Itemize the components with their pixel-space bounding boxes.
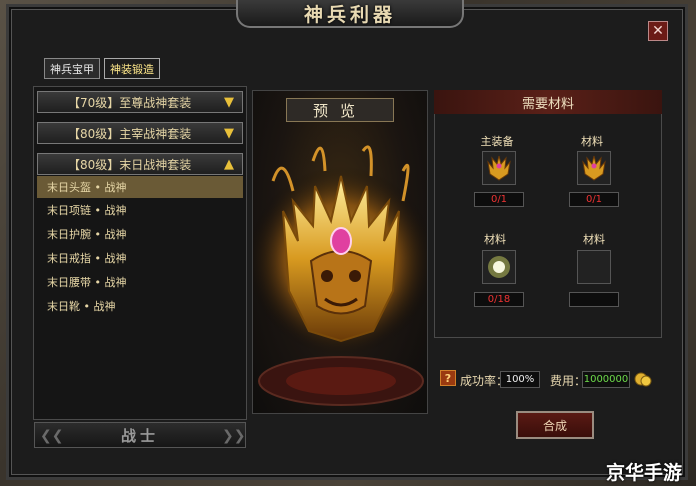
golden-helmet-preview-icon	[253, 145, 427, 406]
right-wing-icon: ❯❯	[222, 428, 246, 444]
tab-weapons-armor[interactable]: 神兵宝甲	[44, 58, 100, 79]
category-80-dominator-set[interactable]: 【80级】主宰战神套装 ▼	[37, 122, 243, 144]
category-label: 【80级】末日战神套装	[68, 157, 192, 172]
list-item-doom-necklace[interactable]: 末日项链 • 战神	[37, 199, 243, 221]
window-title-plate: 神兵利器	[236, 0, 464, 28]
chevron-up-icon: ▲	[224, 157, 234, 172]
materials-header: 需要材料	[434, 90, 662, 114]
help-icon[interactable]: ?	[440, 370, 456, 386]
list-item-doom-belt[interactable]: 末日腰带 • 战神	[37, 271, 243, 293]
slot-label-material-1: 材料	[581, 135, 603, 148]
slot-label-material-3: 材料	[583, 233, 605, 246]
list-item-doom-bracer[interactable]: 末日护腕 • 战神	[37, 223, 243, 245]
slot-label-material-2: 材料	[484, 233, 506, 246]
cost-value: 1000000	[582, 371, 630, 388]
material-slot-2[interactable]	[482, 250, 516, 284]
preview-title: 预览	[286, 98, 394, 122]
craft-button[interactable]: 合成	[516, 411, 594, 439]
list-item-doom-boots[interactable]: 末日靴 • 战神	[37, 295, 243, 317]
tab-bar: 神兵宝甲 神装锻造	[44, 58, 160, 79]
chevron-down-icon: ▼	[224, 95, 234, 110]
gold-coin-icon	[634, 372, 652, 387]
close-icon: ✕	[652, 23, 664, 39]
chevron-down-icon: ▼	[224, 126, 234, 141]
class-footer: 战士	[34, 422, 246, 448]
slot-label-main-equipment: 主装备	[480, 135, 514, 148]
class-label: 战士	[120, 426, 159, 445]
material-slot-main[interactable]	[482, 151, 516, 185]
list-item-doom-ring[interactable]: 末日戒指 • 战神	[37, 247, 243, 269]
category-label: 【80级】主宰战神套装	[68, 126, 192, 141]
close-button[interactable]: ✕	[648, 21, 668, 41]
category-70-supreme-set[interactable]: 【70级】至尊战神套装 ▼	[37, 91, 243, 113]
golden-helmet-icon	[582, 155, 606, 181]
watermark-logo: 京华手游	[606, 462, 683, 484]
category-label: 【70级】至尊战神套装	[68, 95, 192, 110]
count-material-3	[569, 292, 619, 307]
cost-label: 费用：	[550, 374, 587, 388]
material-slot-1[interactable]	[577, 151, 611, 185]
category-80-doomsday-set[interactable]: 【80级】末日战神套装 ▲	[37, 153, 243, 175]
item-preview	[252, 90, 428, 414]
tab-equipment-forge[interactable]: 神装锻造	[104, 58, 160, 79]
materials-panel	[434, 90, 662, 338]
count-material-2: 0/18	[474, 292, 524, 307]
glowing-orb-icon	[488, 256, 510, 278]
material-slot-3[interactable]	[577, 250, 611, 284]
success-rate-value: 100%	[500, 371, 540, 388]
list-item-doom-helmet[interactable]: 末日头盔 • 战神	[37, 176, 243, 198]
window-title: 神兵利器	[303, 3, 396, 26]
golden-helmet-icon	[487, 155, 511, 181]
left-wing-icon: ❮❮	[40, 428, 64, 444]
count-main-equipment: 0/1	[474, 192, 524, 207]
count-material-1: 0/1	[569, 192, 619, 207]
